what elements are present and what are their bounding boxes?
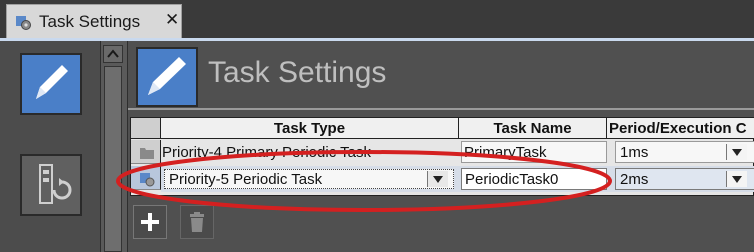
plus-icon (141, 213, 159, 231)
pencil-icon (36, 65, 68, 99)
period-select[interactable]: 1ms (615, 141, 754, 163)
task-settings-table: Task Type Task Name Period/Execution C P… (130, 117, 754, 196)
header-divider (128, 108, 754, 110)
period-value: 2ms (620, 171, 649, 188)
row-header-2[interactable] (131, 166, 161, 190)
column-header-task-name[interactable]: Task Name (459, 118, 607, 139)
task-type-cell: Priority-4 Primary Periodic Task (162, 144, 371, 161)
task-type-select[interactable]: Priority-5 Periodic Task (164, 169, 454, 189)
tab-title: Task Settings (39, 12, 141, 31)
task-settings-tab-icon (16, 16, 31, 30)
period-value: 1ms (620, 144, 649, 161)
add-task-button[interactable] (133, 205, 167, 239)
edit-view-button[interactable] (20, 53, 82, 115)
close-icon[interactable]: ✕ (165, 10, 179, 30)
header-edit-icon (136, 47, 198, 107)
column-header-period[interactable]: Period/Execution C (607, 118, 754, 139)
row-header-1[interactable] (131, 140, 161, 164)
task-type-value: Priority-5 Periodic Task (169, 171, 323, 188)
folder-icon (140, 148, 154, 159)
pencil-icon (148, 57, 186, 95)
task-settings-icon (140, 173, 155, 187)
sync-view-button[interactable] (20, 154, 82, 216)
corner-header-cell (131, 118, 161, 139)
scrollbar-thumb[interactable] (104, 66, 122, 252)
chevron-down-icon[interactable] (427, 171, 448, 187)
sync-task-icon (39, 164, 72, 204)
page-title: Task Settings (208, 56, 387, 89)
chevron-down-icon[interactable] (726, 171, 747, 187)
task-name-cell[interactable]: PrimaryTask (461, 141, 607, 163)
scroll-up-button[interactable] (103, 45, 123, 63)
tab-task-settings[interactable]: Task Settings ✕ (6, 4, 182, 38)
chevron-up-icon (107, 49, 119, 58)
column-header-task-type[interactable]: Task Type (161, 118, 459, 139)
delete-task-button[interactable] (180, 205, 214, 239)
task-name-input[interactable]: PeriodicTask0 (461, 168, 607, 190)
trash-icon (190, 212, 204, 232)
chevron-down-icon[interactable] (726, 144, 747, 160)
period-select[interactable]: 2ms (615, 168, 754, 190)
